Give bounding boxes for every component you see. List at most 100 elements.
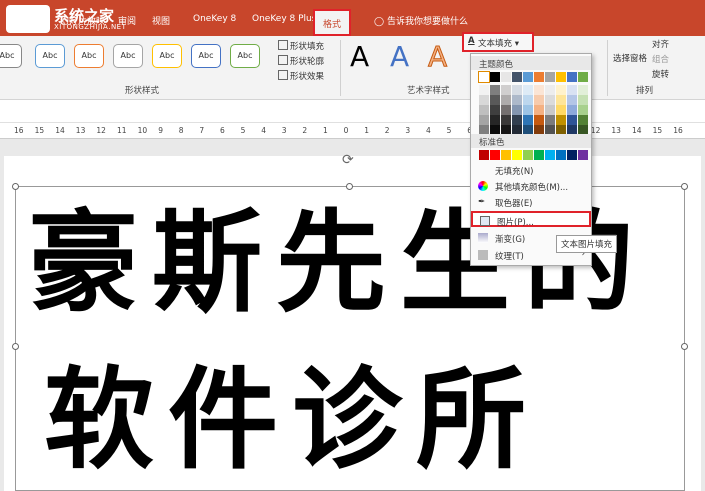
selection-pane-button[interactable]: 选择窗格 <box>613 52 647 64</box>
theme-color-swatch[interactable] <box>501 72 511 82</box>
wordart-style-orange[interactable]: A <box>427 40 447 74</box>
theme-color-swatch[interactable] <box>567 105 577 115</box>
standard-color-swatch[interactable] <box>501 150 511 160</box>
wordart-style-blue[interactable]: A <box>390 40 409 73</box>
theme-color-swatch[interactable] <box>556 72 566 82</box>
theme-color-swatch[interactable] <box>534 85 544 95</box>
more-fill-colors-item[interactable]: 其他填充颜色(M)... <box>471 178 591 194</box>
shape-effect-button[interactable]: 形状效果 <box>278 70 324 82</box>
shape-fill-button[interactable]: 形状填充 <box>278 40 324 52</box>
tab-review[interactable]: 审阅 <box>118 14 136 27</box>
theme-color-swatch[interactable] <box>478 71 490 83</box>
shape-outline-button[interactable]: 形状轮廓 <box>278 55 324 67</box>
theme-color-swatch[interactable] <box>567 72 577 82</box>
theme-color-swatch[interactable] <box>556 85 566 95</box>
text-fill-button[interactable]: A 文本填充 ▾ <box>462 32 534 52</box>
resize-handle[interactable] <box>12 183 19 190</box>
theme-color-swatch[interactable] <box>490 105 500 115</box>
theme-color-swatch[interactable] <box>490 85 500 95</box>
theme-color-swatch[interactable] <box>501 85 511 95</box>
theme-color-swatch[interactable] <box>512 115 522 125</box>
theme-color-swatch[interactable] <box>534 72 544 82</box>
theme-color-swatch[interactable] <box>501 95 511 105</box>
tab-view[interactable]: 视图 <box>152 14 170 27</box>
theme-color-swatch[interactable] <box>545 115 555 125</box>
shape-style-5[interactable]: Abc <box>152 44 182 68</box>
theme-color-swatch[interactable] <box>556 115 566 125</box>
theme-color-swatch[interactable] <box>567 115 577 125</box>
theme-color-swatch[interactable] <box>578 85 588 95</box>
shape-style-4[interactable]: Abc <box>113 44 143 68</box>
more-fill-colors-label: 其他填充颜色(M)... <box>495 183 569 193</box>
rotate-button[interactable]: 旋转 <box>652 68 669 80</box>
standard-color-swatch[interactable] <box>534 150 544 160</box>
shape-style-3[interactable]: Abc <box>74 44 104 68</box>
theme-color-swatch[interactable] <box>490 115 500 125</box>
shape-style-2[interactable]: Abc <box>35 44 65 68</box>
theme-color-swatch[interactable] <box>578 72 588 82</box>
standard-color-swatch[interactable] <box>479 150 489 160</box>
theme-color-swatch[interactable] <box>490 95 500 105</box>
theme-color-swatch[interactable] <box>545 72 555 82</box>
theme-color-swatch[interactable] <box>501 115 511 125</box>
theme-color-swatch[interactable] <box>567 85 577 95</box>
theme-color-swatch[interactable] <box>567 95 577 105</box>
theme-color-swatch[interactable] <box>512 105 522 115</box>
theme-color-swatch[interactable] <box>534 115 544 125</box>
align-button[interactable]: 对齐 <box>652 38 669 50</box>
resize-handle[interactable] <box>681 343 688 350</box>
shape-style-7[interactable]: Abc <box>230 44 260 68</box>
standard-color-swatch[interactable] <box>556 150 566 160</box>
theme-color-swatch[interactable] <box>512 85 522 95</box>
theme-color-swatch[interactable] <box>523 105 533 115</box>
standard-color-swatch[interactable] <box>490 150 500 160</box>
theme-color-swatch[interactable] <box>534 95 544 105</box>
shape-style-6[interactable]: Abc <box>191 44 221 68</box>
theme-color-swatch[interactable] <box>523 95 533 105</box>
eyedropper-icon: ✒ <box>478 197 486 207</box>
theme-color-swatch[interactable] <box>523 72 533 82</box>
theme-color-swatch[interactable] <box>479 85 489 95</box>
standard-color-swatch[interactable] <box>523 150 533 160</box>
tell-me-search[interactable]: ◯ 告诉我你想要做什么 <box>374 14 468 27</box>
theme-color-swatch[interactable] <box>512 72 522 82</box>
theme-color-swatch[interactable] <box>523 85 533 95</box>
rotate-handle-icon[interactable]: ⟳ <box>342 152 354 168</box>
theme-color-swatch[interactable] <box>479 115 489 125</box>
theme-color-swatch[interactable] <box>545 85 555 95</box>
theme-color-swatch[interactable] <box>534 105 544 115</box>
theme-color-swatch[interactable] <box>479 105 489 115</box>
color-wheel-icon <box>478 181 488 191</box>
theme-color-swatch[interactable] <box>556 95 566 105</box>
shape-style-1[interactable]: Abc <box>0 44 22 68</box>
theme-color-swatch[interactable] <box>545 105 555 115</box>
standard-color-swatch[interactable] <box>545 150 555 160</box>
theme-color-swatch[interactable] <box>479 95 489 105</box>
standard-color-swatch[interactable] <box>578 150 588 160</box>
theme-color-swatch[interactable] <box>556 105 566 115</box>
horizontal-ruler[interactable]: 1615141312111098765432101234567891011121… <box>0 123 705 139</box>
theme-color-swatch[interactable] <box>501 105 511 115</box>
slide-text-line-2[interactable]: 软件诊所 <box>44 365 540 475</box>
standard-color-swatch[interactable] <box>567 150 577 160</box>
picture-fill-item[interactable]: 图片(P)... <box>471 211 591 228</box>
resize-handle[interactable] <box>681 183 688 190</box>
group-button[interactable]: 组合 <box>652 53 669 65</box>
tab-format[interactable]: 格式 <box>313 9 352 36</box>
theme-color-swatch[interactable] <box>545 95 555 105</box>
theme-color-swatch[interactable] <box>578 95 588 105</box>
resize-handle[interactable] <box>346 183 353 190</box>
theme-color-swatch[interactable] <box>523 115 533 125</box>
no-fill-item[interactable]: 无填充(N) <box>471 162 591 178</box>
theme-color-swatch[interactable] <box>512 95 522 105</box>
theme-color-swatch[interactable] <box>578 105 588 115</box>
tab-onekey8[interactable]: OneKey 8 <box>193 14 236 24</box>
theme-color-swatch[interactable] <box>490 72 500 82</box>
standard-color-swatch[interactable] <box>512 150 522 160</box>
wordart-style-black[interactable]: A <box>350 40 369 73</box>
resize-handle[interactable] <box>12 343 19 350</box>
tab-onekey8-plus[interactable]: OneKey 8 Plus <box>252 14 316 24</box>
eyedropper-item[interactable]: ✒ 取色器(E) <box>471 194 591 210</box>
tab-slideshow[interactable]: 幻灯片放映 <box>60 14 105 27</box>
theme-color-swatch[interactable] <box>578 115 588 125</box>
